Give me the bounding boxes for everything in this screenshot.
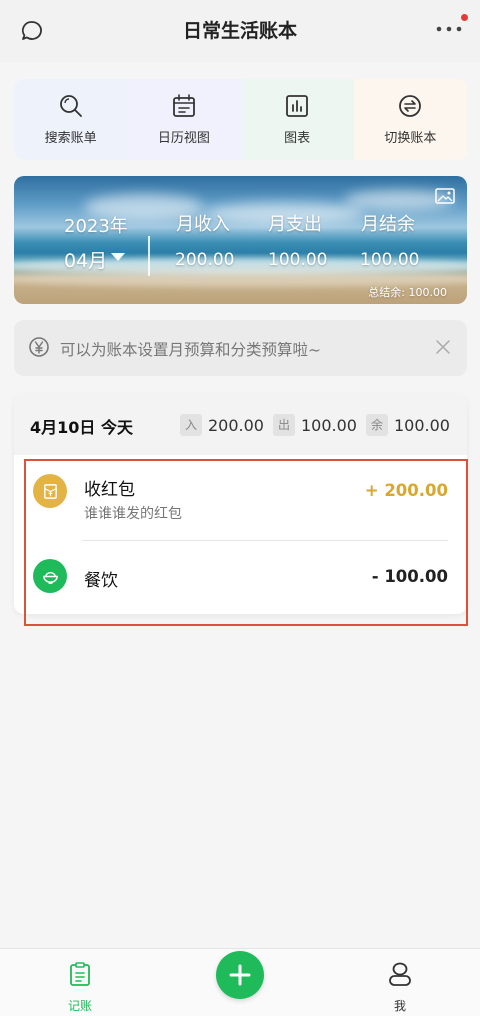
transaction-name: 餐饮	[84, 571, 118, 591]
switch-ledger-button[interactable]: 切换账本	[353, 79, 467, 160]
chart-label: 图表	[284, 131, 311, 146]
quick-actions: 搜索账单 日历视图 图表 切换账本	[14, 79, 467, 160]
day-income-value: 200.00	[208, 415, 264, 435]
app-header: 日常生活账本	[0, 0, 480, 62]
rice-bowl-icon	[33, 559, 67, 593]
notification-dot	[461, 14, 468, 21]
close-icon[interactable]	[435, 339, 451, 355]
chevron-down-icon[interactable]	[111, 253, 125, 261]
search-bills-label: 搜索账单	[44, 131, 97, 146]
chart-icon	[286, 95, 309, 117]
expense-value: 100.00	[268, 250, 328, 270]
transaction-amount: - 100.00	[371, 567, 448, 586]
tab-ledger-label: 记账	[67, 999, 92, 1013]
calendar-view-label: 日历视图	[157, 131, 210, 146]
search-icon	[59, 95, 82, 117]
balance-label: 月结余	[361, 214, 415, 235]
tip-text: 可以为账本设置月预算和分类预算啦~	[60, 341, 321, 359]
more-icon[interactable]	[434, 19, 464, 39]
day-balance: 余 100.00	[366, 414, 450, 436]
tab-me[interactable]: 我	[360, 949, 440, 1016]
add-record-button[interactable]	[216, 951, 264, 999]
day-header: 4月10日 今天 入 200.00 出 100.00 余 100.00	[14, 393, 467, 455]
expense-tag: 出	[273, 414, 295, 436]
switch-icon	[399, 95, 422, 117]
transaction-row-red-envelope[interactable]: 收红包 谁谁谁发的红包 + 200.00	[14, 455, 467, 540]
budget-tip[interactable]: 可以为账本设置月预算和分类预算啦~	[14, 320, 467, 376]
balance-value: 100.00	[360, 250, 420, 270]
transaction-note: 谁谁谁发的红包	[84, 506, 182, 522]
income-value: 200.00	[175, 250, 235, 270]
switch-ledger-label: 切换账本	[384, 131, 437, 146]
divider	[148, 236, 150, 276]
transaction-row-dining[interactable]: 餐饮 - 100.00	[14, 541, 467, 611]
day-expense-value: 100.00	[301, 415, 357, 435]
chart-button[interactable]: 图表	[240, 79, 354, 160]
transaction-name: 收红包	[84, 480, 135, 500]
month-summary-banner: 2023年 04月 月收入 月支出 月结余 200.00 100.00 100.…	[14, 176, 467, 304]
tab-me-label: 我	[393, 999, 406, 1013]
plus-icon	[229, 964, 251, 986]
balance-tag: 余	[366, 414, 388, 436]
profile-icon	[389, 962, 411, 986]
summary-year: 2023年	[64, 216, 128, 237]
expense-label: 月支出	[268, 214, 322, 235]
day-income: 入 200.00	[180, 414, 264, 436]
yen-coin-icon	[29, 337, 49, 357]
red-envelope-icon	[33, 474, 67, 508]
calendar-view-button[interactable]: 日历视图	[127, 79, 241, 160]
calendar-icon	[172, 94, 195, 117]
day-transactions-card: 4月10日 今天 入 200.00 出 100.00 余 100.00 收红包 …	[14, 393, 467, 614]
background-image-icon[interactable]	[435, 188, 455, 204]
month-selector[interactable]: 04月	[64, 246, 107, 273]
day-expense: 出 100.00	[273, 414, 357, 436]
transaction-amount: + 200.00	[364, 481, 448, 500]
tab-ledger[interactable]: 记账	[40, 949, 120, 1016]
page-title: 日常生活账本	[182, 20, 297, 42]
day-date: 4月10日 今天	[30, 418, 133, 437]
clipboard-icon	[70, 962, 90, 986]
search-bills-button[interactable]: 搜索账单	[14, 79, 128, 160]
day-balance-value: 100.00	[394, 415, 450, 435]
income-label: 月收入	[176, 214, 230, 235]
income-tag: 入	[180, 414, 202, 436]
total-balance: 总结余: 100.00	[368, 286, 447, 299]
